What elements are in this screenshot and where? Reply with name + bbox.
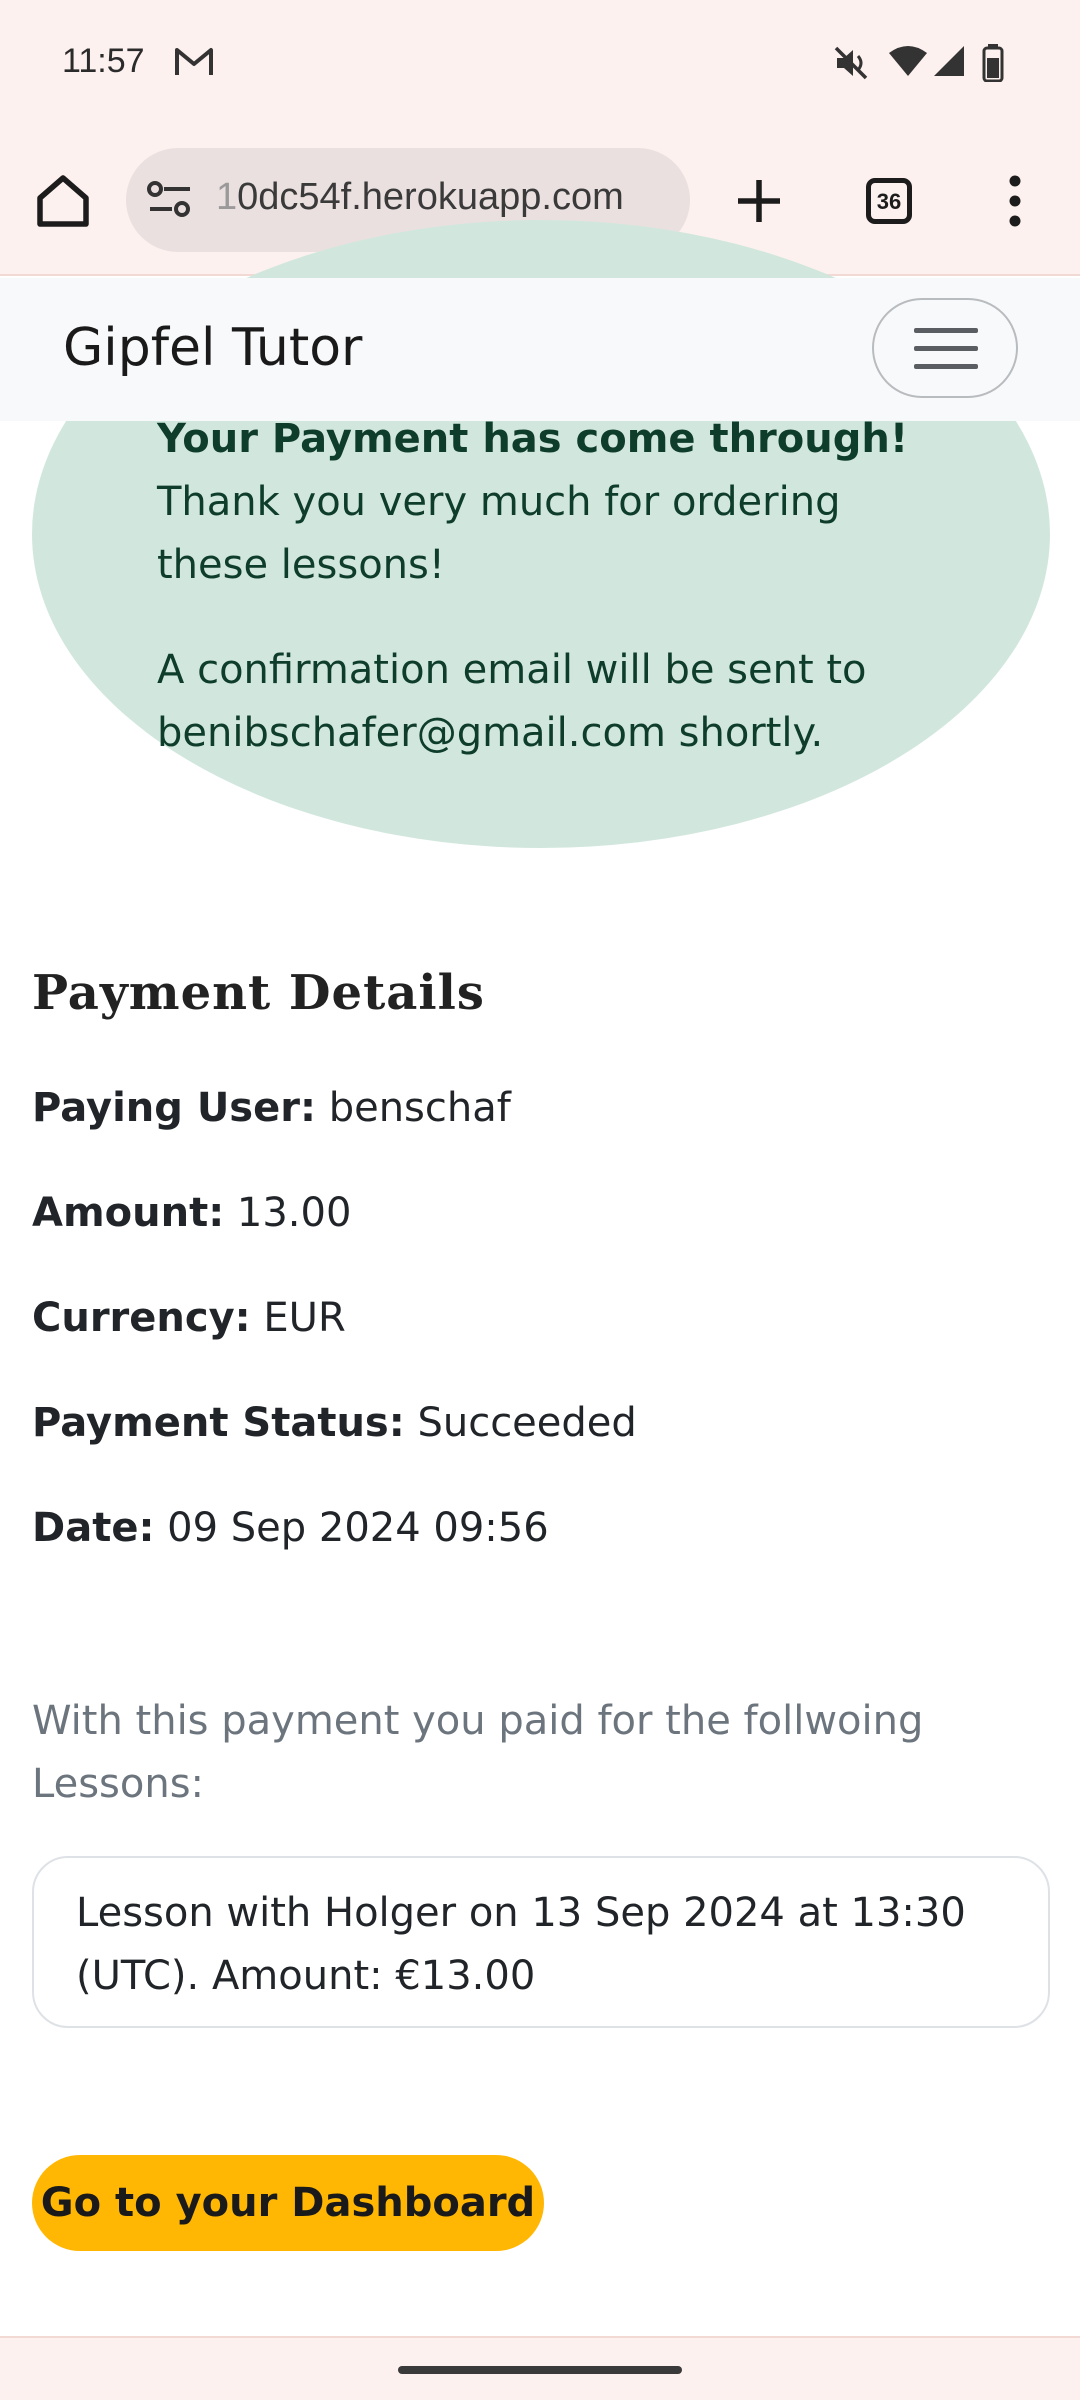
lesson-description: Lesson with Holger on 13 Sep 2024 at 13:…	[76, 1890, 966, 1999]
detail-amount: Amount: 13.00	[32, 1190, 351, 1236]
menu-toggle-button[interactable]	[872, 298, 1018, 398]
alert-message: Thank you very much for ordering these l…	[157, 479, 841, 588]
detail-date: Date: 09 Sep 2024 09:56	[32, 1505, 549, 1551]
success-alert: Your Payment has come through! Thank you …	[157, 408, 917, 765]
detail-label: Paying User:	[32, 1085, 316, 1131]
brand-logo[interactable]: Gipfel Tutor	[63, 318, 362, 378]
new-tab-icon[interactable]	[734, 176, 784, 230]
detail-value: 13.00	[236, 1190, 352, 1236]
home-icon[interactable]	[34, 172, 92, 234]
gmail-icon	[174, 44, 214, 84]
payment-details-title: Payment Details	[32, 965, 485, 1021]
detail-label: Payment Status:	[32, 1400, 405, 1446]
hamburger-icon	[914, 328, 978, 333]
detail-paying-user: Paying User: benschaf	[32, 1085, 511, 1131]
detail-payment-status: Payment Status: Succeeded	[32, 1400, 637, 1446]
go-to-dashboard-button[interactable]: Go to your Dashboard	[32, 2155, 544, 2251]
tab-switcher-icon[interactable]: 36	[866, 178, 912, 224]
detail-label: Amount:	[32, 1190, 225, 1236]
more-icon[interactable]	[1008, 174, 1022, 232]
alert-heading: Your Payment has come through!	[157, 416, 909, 462]
signal-icon	[932, 44, 966, 82]
wifi-icon	[888, 44, 928, 82]
detail-value: Succeeded	[417, 1400, 637, 1446]
status-time: 11:57	[62, 42, 145, 80]
detail-value: 09 Sep 2024 09:56	[167, 1505, 549, 1551]
site-info-icon[interactable]	[146, 178, 194, 226]
gesture-bar	[0, 2336, 1080, 2400]
detail-label: Date:	[32, 1505, 155, 1551]
home-indicator[interactable]	[398, 2366, 682, 2374]
alert-email-note: A confirmation email will be sent to ben…	[157, 647, 867, 756]
status-bar: 11:57	[0, 0, 1080, 130]
url-domain: 0dc54f.herokuapp.com	[237, 176, 624, 218]
detail-value: EUR	[263, 1295, 346, 1341]
url-prefix: 1	[216, 176, 238, 218]
site-navbar: Gipfel Tutor	[0, 278, 1080, 421]
lesson-list-item: Lesson with Holger on 13 Sep 2024 at 13:…	[32, 1856, 1050, 2028]
detail-label: Currency:	[32, 1295, 251, 1341]
battery-icon	[982, 44, 1004, 86]
detail-currency: Currency: EUR	[32, 1295, 346, 1341]
detail-value: benschaf	[328, 1085, 511, 1131]
url-text: 10dc54f.herokuapp.com	[216, 176, 624, 219]
mute-icon	[832, 44, 870, 86]
lessons-intro: With this payment you paid for the follw…	[32, 1698, 924, 1807]
